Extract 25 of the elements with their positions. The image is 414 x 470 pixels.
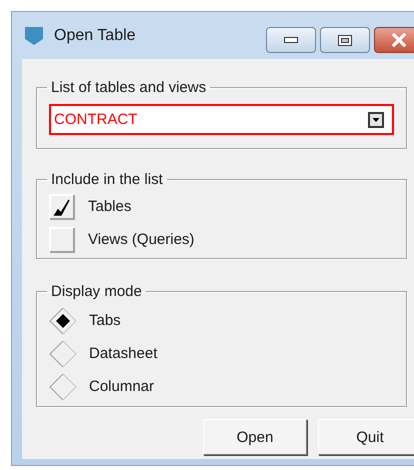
shield-icon [24,26,44,46]
checkbox-label: Tables [88,198,132,215]
maximize-icon [338,34,352,46]
group-title: Include in the list [50,171,164,188]
minimize-button[interactable] [266,27,316,53]
dropdown-field[interactable]: CONTRACT [49,104,394,135]
radio-button[interactable] [49,340,77,368]
group-title: List of tables and views [50,79,208,96]
window-title: Open Table [54,26,136,44]
dialog-button[interactable]: Open [203,419,307,455]
checkbox-label: Views (Queries) [88,231,194,248]
maximize-button[interactable] [320,27,370,53]
radio-label: Datasheet [89,345,158,362]
dialog-button[interactable]: Quit [318,419,414,455]
close-icon [391,33,407,47]
checkbox[interactable] [49,226,75,252]
radio-label: Columnar [89,378,154,395]
close-button[interactable] [374,27,414,53]
checkbox[interactable] [49,194,75,220]
radio-button[interactable] [49,306,77,334]
group-title: Display mode [50,283,143,300]
minimize-icon [284,37,298,43]
radio-label: Tabs [89,312,121,329]
radio-button[interactable] [49,372,77,400]
dropdown-arrow-icon [368,112,384,128]
